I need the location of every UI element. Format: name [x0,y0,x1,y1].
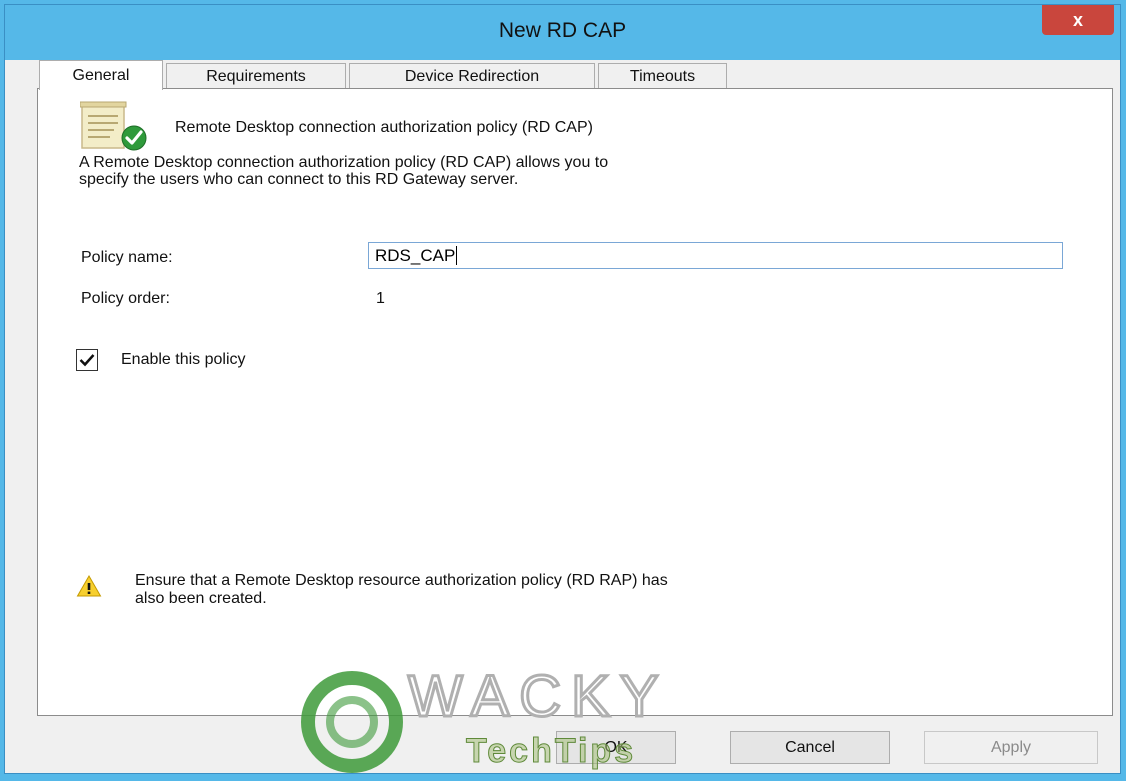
policy-document-icon [79,100,152,152]
close-icon: x [1072,9,1083,30]
ok-label: OK [604,738,628,756]
tab-device-redirection[interactable]: Device Redirection [349,63,595,89]
title-bar[interactable]: New RD CAP x [5,5,1120,60]
warning-icon [76,574,102,598]
policy-name-value: RDS_CAP [375,245,456,265]
ok-button[interactable]: OK [556,731,676,764]
policy-name-input[interactable]: RDS_CAP [368,242,1063,269]
tab-label: General [72,66,130,84]
tab-label: Timeouts [629,67,696,85]
close-button[interactable]: x [1042,5,1114,35]
checkmark-icon [79,354,95,367]
cancel-button[interactable]: Cancel [730,731,890,764]
policy-order-label: Policy order: [81,290,170,307]
policy-order-value: 1 [376,290,385,307]
enable-policy-label[interactable]: Enable this policy [121,351,246,369]
window-title: New RD CAP [498,19,627,42]
tab-timeouts[interactable]: Timeouts [598,63,727,89]
enable-policy-checkbox[interactable] [76,349,98,371]
policy-name-label: Policy name: [81,249,173,266]
tab-general[interactable]: General [39,60,163,90]
cancel-label: Cancel [785,738,835,756]
warning-line-2: also been created. [135,590,267,607]
tab-label: Device Redirection [404,67,540,85]
apply-label: Apply [990,738,1032,756]
description-line-2: specify the users who can connect to thi… [79,171,519,188]
policy-heading: Remote Desktop connection authorization … [175,119,593,136]
text-caret [456,246,458,265]
description-line-1: A Remote Desktop connection authorizatio… [79,154,609,171]
warning-line-1: Ensure that a Remote Desktop resource au… [135,572,668,589]
tab-label: Requirements [206,67,306,85]
tab-requirements[interactable]: Requirements [166,63,346,89]
apply-button[interactable]: Apply [924,731,1098,764]
